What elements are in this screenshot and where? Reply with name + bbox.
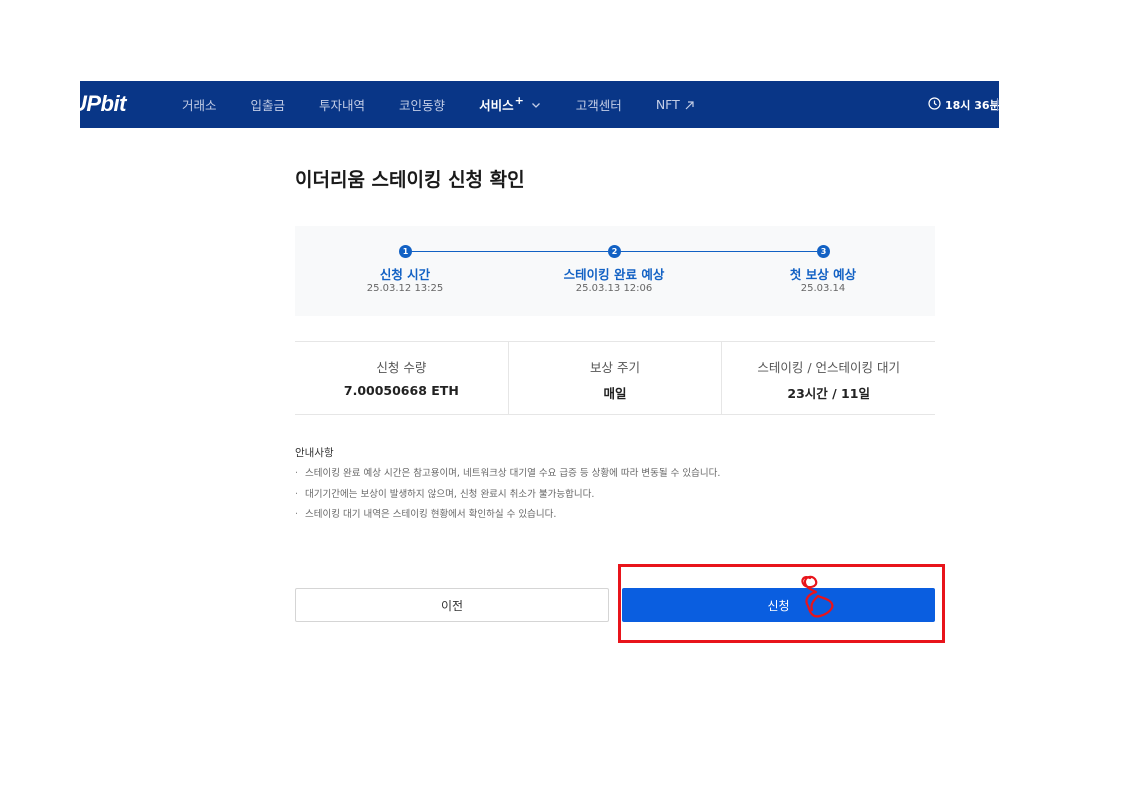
- summary-label: 스테이킹 / 언스테이킹 대기: [757, 360, 900, 375]
- nav-item-nft[interactable]: NFT: [656, 97, 695, 112]
- clock-icon: [928, 96, 945, 113]
- step-date: 25.03.13 12:06: [575, 283, 653, 294]
- summary-value: 23시간 / 11일: [787, 386, 870, 401]
- notice-item: 대기기간에는 보상이 발생하지 않으며, 신청 완료시 취소가 불가능합니다.: [295, 489, 935, 501]
- summary-value: 매일: [603, 386, 627, 401]
- nav-item-coin-trends[interactable]: 코인동향: [399, 95, 445, 114]
- external-link-icon: [684, 99, 695, 110]
- summary-quantity: 신청 수량 7.00050668 ETH: [295, 342, 508, 414]
- staking-summary: 신청 수량 7.00050668 ETH 보상 주기 매일 스테이킹 / 언스테…: [295, 341, 935, 415]
- staking-steps: 1 2 3 신청 시간 스테이킹 완료 예상 첫 보상 예상 25.03.12 …: [295, 226, 935, 316]
- nav-item-deposit-withdraw[interactable]: 입출금: [251, 95, 286, 114]
- notice-section: 안내사항 스테이킹 완료 예상 시간은 참고용이며, 네트워크상 대기열 수요 …: [295, 446, 935, 530]
- step-label: 신청 시간: [379, 267, 431, 282]
- summary-label: 신청 수량: [376, 360, 427, 375]
- upbit-logo[interactable]: UPbit: [80, 91, 126, 117]
- summary-wait-period: 스테이킹 / 언스테이킹 대기 23시간 / 11일: [721, 342, 935, 414]
- notice-list: 스테이킹 완료 예상 시간은 참고용이며, 네트워크상 대기열 수요 급증 등 …: [295, 468, 935, 521]
- step-connector: [620, 251, 817, 252]
- chevron-down-icon: [530, 99, 542, 111]
- apply-button[interactable]: 신청: [622, 588, 935, 622]
- step-date: 25.03.12 13:25: [366, 283, 444, 294]
- summary-label: 보상 주기: [590, 360, 640, 375]
- notice-title: 안내사항: [295, 447, 334, 459]
- nav-item-investments[interactable]: 투자내역: [319, 95, 365, 114]
- page-title: 이더리움 스테이킹 신청 확인: [295, 169, 525, 191]
- step-date: 25.03.14: [800, 283, 846, 294]
- nav-menu: 거래소 입출금 투자내역 코인동향 서비스 + 고객센터 NFT: [182, 81, 729, 128]
- nav-divider: [997, 98, 998, 111]
- notice-item: 스테이킹 대기 내역은 스테이킹 현황에서 확인하실 수 있습니다.: [295, 509, 935, 521]
- prev-button[interactable]: 이전: [295, 588, 609, 622]
- notice-item: 스테이킹 완료 예상 시간은 참고용이며, 네트워크상 대기열 수요 급증 등 …: [295, 468, 935, 480]
- nav-item-services[interactable]: 서비스 +: [479, 94, 542, 114]
- clock-time: 18시 36분: [945, 98, 999, 112]
- top-nav: UPbit 거래소 입출금 투자내역 코인동향 서비스+ 고객센터 NFT 18…: [80, 81, 999, 128]
- summary-value: 7.00050668 ETH: [343, 383, 459, 398]
- summary-reward-cycle: 보상 주기 매일: [507, 342, 722, 414]
- nav-clock: 18시 36분: [928, 81, 999, 128]
- nav-item-support[interactable]: 고객센터: [576, 95, 622, 114]
- step-label: 스테이킹 완료 예상: [563, 267, 665, 282]
- step-number: 1: [399, 245, 412, 258]
- step-connector: [411, 251, 608, 252]
- nav-item-exchange[interactable]: 거래소: [182, 95, 217, 114]
- step-number: 3: [817, 245, 830, 258]
- step-number: 2: [608, 245, 621, 258]
- step-label: 첫 보상 예상: [789, 267, 857, 282]
